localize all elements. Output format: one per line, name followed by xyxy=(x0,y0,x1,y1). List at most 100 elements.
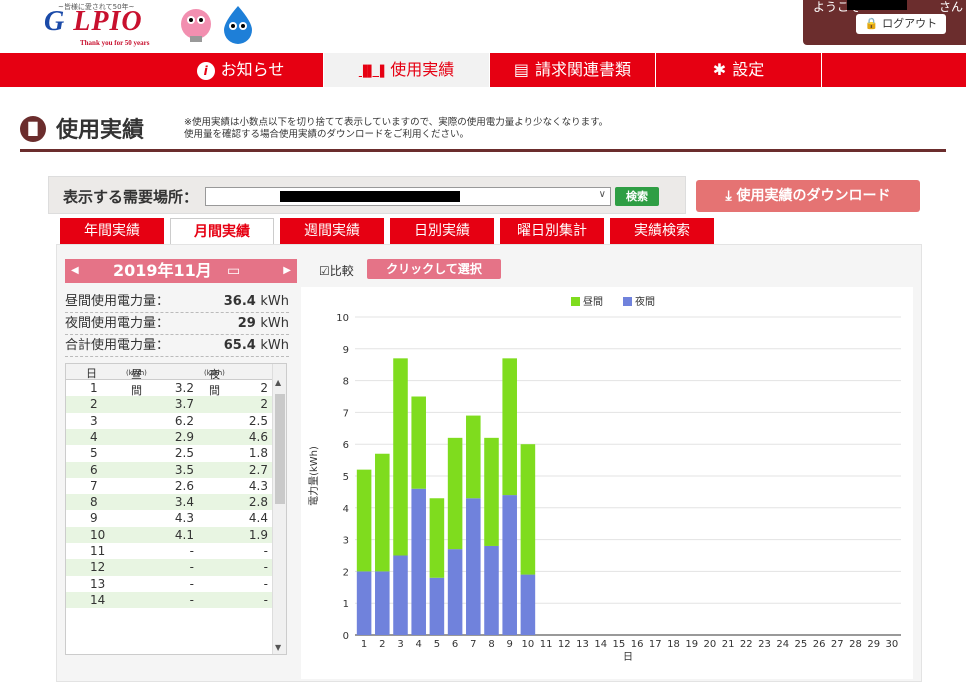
download-usage-button[interactable]: ⤓ 使用実績のダウンロード xyxy=(696,180,920,212)
document-icon: ▤ xyxy=(513,60,530,79)
cell-day: 2 xyxy=(90,397,98,412)
y-tick-label: 4 xyxy=(343,504,349,515)
scroll-down-icon[interactable]: ▼ xyxy=(275,643,281,652)
col-daytime: 昼間 (kWh) xyxy=(126,368,147,397)
x-tick-label: 17 xyxy=(649,639,662,650)
cell-daytime: - xyxy=(189,592,194,607)
table-row: 3 6.2 2.5 xyxy=(66,413,272,429)
cell-day: 13 xyxy=(90,576,106,591)
bar-nighttime xyxy=(484,545,499,635)
cell-daytime: 3.7 xyxy=(174,397,194,412)
cell-daytime: 4.1 xyxy=(174,527,194,542)
lpio-logo[interactable]: ~皆様に愛されて50年~ G LPIO Thank you for 50 yea… xyxy=(44,2,174,47)
header: ~皆様に愛されて50年~ G LPIO Thank you for 50 yea… xyxy=(0,0,966,48)
note-line-1: ※使用実績は小数点以下を切り捨てて表示していますので、実際の使用電力量より少なく… xyxy=(184,117,609,128)
cell-day: 12 xyxy=(90,560,106,575)
prev-month-icon[interactable]: ◀ xyxy=(71,259,79,283)
y-tick-label: 9 xyxy=(343,345,349,356)
compare-select-button[interactable]: クリックして選択 xyxy=(367,259,501,279)
bar-nighttime xyxy=(447,549,463,635)
location-select[interactable]: ∨ xyxy=(205,187,611,206)
cell-nighttime: 2.5 xyxy=(248,413,268,428)
usage-chart-icon: ▐▌ xyxy=(20,116,46,142)
nav-usage[interactable]: ▐▌▐ 使用実績 xyxy=(324,53,490,87)
bar-nighttime xyxy=(520,574,536,635)
cell-nighttime: 2.7 xyxy=(248,462,268,477)
bar-daytime xyxy=(502,358,517,496)
x-tick-label: 20 xyxy=(704,639,717,650)
col-day: 日 xyxy=(86,367,97,380)
search-button[interactable]: 検索 xyxy=(615,187,659,206)
y-tick-label: 2 xyxy=(343,567,349,578)
cell-nighttime: 2 xyxy=(260,397,268,412)
x-tick-label: 29 xyxy=(867,639,880,650)
cell-daytime: 3.4 xyxy=(174,495,194,510)
y-tick-label: 1 xyxy=(343,599,349,610)
nighttime-summary-row: 夜間使用電力量： 29 kWh xyxy=(65,313,289,335)
location-label: 表示する需要場所： xyxy=(63,188,199,206)
bar-nighttime xyxy=(429,577,445,635)
chart-icon: ▐▌▐ xyxy=(358,65,385,78)
tab-weekday[interactable]: 曜日別集計 xyxy=(500,218,604,244)
x-tick-label: 1 xyxy=(361,639,367,650)
x-tick-label: 28 xyxy=(849,639,862,650)
cell-day: 10 xyxy=(90,527,106,542)
bar-daytime xyxy=(356,469,372,572)
table-row: 14 - - xyxy=(66,591,272,609)
table-row: 4 2.9 4.6 xyxy=(66,428,272,446)
x-tick-label: 5 xyxy=(434,639,440,650)
cell-day: 1 xyxy=(90,381,98,395)
tab-weekly[interactable]: 週間実績 xyxy=(280,218,384,244)
x-axis-label: 日 xyxy=(623,652,633,663)
logo-brand: G LPIO xyxy=(44,6,143,37)
calendar-icon[interactable]: ▭ xyxy=(227,259,240,283)
bar-nighttime xyxy=(375,571,390,635)
x-tick-label: 11 xyxy=(540,639,553,650)
bar-daytime xyxy=(520,444,536,575)
location-filter: 表示する需要場所： ∨ 検索 xyxy=(48,176,686,214)
scroll-thumb[interactable] xyxy=(275,394,285,504)
x-tick-label: 10 xyxy=(522,639,535,650)
tab-annual[interactable]: 年間実績 xyxy=(60,218,164,244)
nav-settings[interactable]: ✱ 設定 xyxy=(656,53,822,87)
lock-icon: 🔒 xyxy=(864,17,879,30)
cell-nighttime: 1.9 xyxy=(248,527,268,542)
x-tick-label: 18 xyxy=(667,639,680,650)
nav-info[interactable]: i お知らせ xyxy=(158,53,324,87)
next-month-icon[interactable]: ▶ xyxy=(283,259,291,283)
usage-bar-chart: 0123456789101 2 3 4 5 6 7 8 9 10 11 12 13 14 15 16 17 18 1… xyxy=(307,295,901,663)
scroll-up-icon[interactable]: ▲ xyxy=(275,378,281,387)
tab-monthly[interactable]: 月間実績 xyxy=(170,218,274,244)
cell-daytime: 6.2 xyxy=(174,413,194,428)
cell-daytime: - xyxy=(189,576,194,591)
redacted-username xyxy=(847,0,907,10)
page-title-bar: ▐▌ 使用実績 ※使用実績は小数点以下を切り捨てて表示していますので、実際の使用… xyxy=(20,108,946,152)
info-icon: i xyxy=(196,62,215,80)
total-summary-row: 合計使用電力量： 65.4 kWh xyxy=(65,335,289,357)
table-row: 11 - - xyxy=(66,543,272,559)
daily-usage-table: 日 昼間 (kWh) 夜間 (kWh) 1 3.2 2 2 3.7 2 3 6.2 2.5 4 2.9 4… xyxy=(65,363,287,655)
bar-daytime xyxy=(375,453,390,572)
logout-button[interactable]: 🔒 ログアウト xyxy=(856,14,946,34)
main-nav: i お知らせ ▐▌▐ 使用実績 ▤ 請求関連書類 ✱ 設定 xyxy=(0,53,966,87)
month-navigator: ◀ 2019年11月 ▭ ▶ xyxy=(65,259,297,283)
x-tick-label: 9 xyxy=(507,639,513,650)
legend-swatch xyxy=(623,297,632,306)
x-tick-label: 13 xyxy=(576,639,589,650)
table-row: 2 3.7 2 xyxy=(66,396,272,413)
month-label: 2019年11月 xyxy=(113,261,212,280)
tab-search[interactable]: 実績検索 xyxy=(610,218,714,244)
legend-label: 昼間 xyxy=(583,296,603,308)
x-tick-label: 27 xyxy=(831,639,844,650)
table-row: 7 2.6 4.3 xyxy=(66,478,272,494)
x-tick-label: 3 xyxy=(397,639,403,650)
compare-checkbox[interactable]: ☑比較 xyxy=(319,262,354,279)
table-scrollbar[interactable]: ▲ ▼ xyxy=(272,364,286,654)
nav-billing-docs[interactable]: ▤ 請求関連書類 xyxy=(490,53,656,87)
redacted-location xyxy=(280,191,460,202)
cell-nighttime: - xyxy=(263,544,268,558)
x-tick-label: 6 xyxy=(452,639,458,650)
bar-nighttime xyxy=(411,488,426,635)
tab-daily[interactable]: 日別実績 xyxy=(390,218,494,244)
cell-nighttime: 4.3 xyxy=(248,478,268,493)
